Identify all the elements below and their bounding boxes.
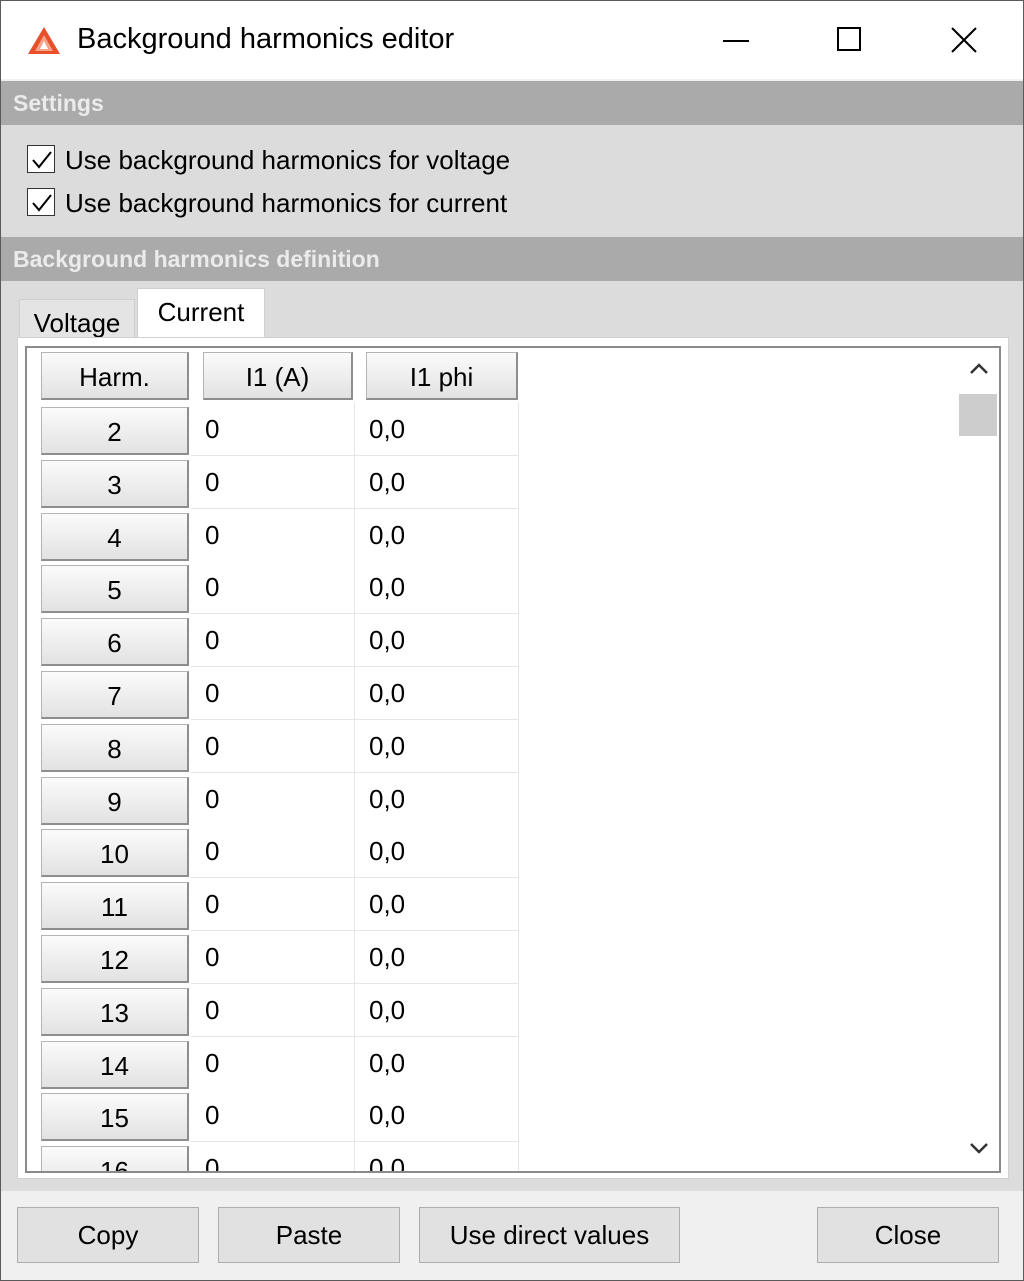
close-window-button[interactable] (909, 1, 1019, 79)
amplitude-cell[interactable]: 0 (191, 667, 355, 720)
settings-header: Settings (1, 81, 1023, 125)
maximize-icon (837, 27, 861, 51)
phase-cell[interactable]: 0,0 (355, 983, 519, 1037)
current-harmonics-checkbox[interactable] (27, 188, 55, 216)
vertical-scrollbar[interactable] (957, 348, 999, 1171)
row-header-harmonic[interactable]: 15 (41, 1093, 189, 1142)
row-header-harmonic[interactable]: 6 (41, 618, 189, 667)
table-row: 1600,0 (27, 1142, 957, 1171)
phase-cell[interactable]: 0,0 (355, 614, 519, 668)
table-row: 15 0 0,0 (27, 1089, 957, 1143)
phase-cell[interactable]: 0,0 (355, 772, 519, 826)
amplitude-cell[interactable]: 0 (191, 1089, 355, 1143)
amplitude-cell[interactable]: 0 (191, 1142, 355, 1171)
window-title: Background harmonics editor (77, 23, 455, 55)
chevron-down-icon (970, 1143, 988, 1154)
table-row: 7 0 0,0 (27, 667, 957, 720)
table-row: 3 0 0,0 (27, 455, 957, 509)
row-header-harmonic[interactable]: 16 (41, 1146, 189, 1171)
phase-cell[interactable]: 0,0 (355, 719, 519, 773)
table-row: 12 0 0,0 (27, 931, 957, 984)
row-header-harmonic[interactable]: 12 (41, 935, 189, 983)
table-row: 4 0 0,0 (27, 508, 957, 562)
use-direct-values-button[interactable]: Use direct values (419, 1207, 680, 1263)
row-header-harmonic[interactable]: 2 (41, 407, 189, 455)
close-button[interactable]: Close (817, 1207, 999, 1263)
scroll-down-button[interactable] (957, 1127, 999, 1171)
row-header-harmonic[interactable]: 13 (41, 987, 189, 1036)
row-header-harmonic[interactable]: 5 (41, 565, 189, 614)
table-row: 9 0 0,0 (27, 772, 957, 826)
column-header-amplitude[interactable]: I1 (A) (203, 352, 353, 400)
table-row: 10 0 0,0 (27, 825, 957, 879)
tab-current[interactable]: Current (137, 288, 265, 340)
row-header-harmonic[interactable]: 3 (41, 459, 189, 508)
phase-cell[interactable]: 0,0 (355, 1142, 519, 1171)
checkmark-icon (32, 151, 52, 169)
table-row: 8 0 0,0 (27, 719, 957, 773)
row-header-harmonic[interactable]: 11 (41, 882, 189, 931)
table-row: 2 0 0,0 (27, 403, 957, 456)
maximize-button[interactable] (795, 1, 905, 79)
amplitude-cell[interactable]: 0 (191, 1036, 355, 1090)
column-header-harm[interactable]: Harm. (41, 352, 189, 400)
voltage-harmonics-label: Use background harmonics for voltage (65, 145, 511, 175)
column-header-phase[interactable]: I1 phi (366, 352, 518, 400)
title-bar[interactable]: Background harmonics editor (1, 1, 1023, 79)
grid-viewport: Harm. I1 (A) I1 phi 2 0 0,0 3 0 0,0 4 0 0,0 5 0 0,0… (27, 348, 957, 1171)
definition-header: Background harmonics definition (1, 237, 1023, 281)
amplitude-cell[interactable]: 0 (191, 455, 355, 509)
amplitude-cell[interactable]: 0 (191, 561, 355, 615)
checkmark-icon (32, 194, 52, 212)
amplitude-cell[interactable]: 0 (191, 719, 355, 773)
voltage-harmonics-checkbox[interactable] (27, 145, 55, 173)
row-header-harmonic[interactable]: 10 (41, 829, 189, 878)
phase-cell[interactable]: 0,0 (355, 825, 519, 879)
scrollbar-thumb[interactable] (959, 394, 997, 436)
dialog-window: Background harmonics editor Settings Use… (0, 0, 1024, 1281)
close-icon (951, 27, 977, 53)
phase-cell[interactable]: 0,0 (355, 1036, 519, 1090)
settings-panel: Use background harmonics for voltage Use… (1, 125, 1023, 237)
table-row: 6 0 0,0 (27, 614, 957, 668)
minimize-button[interactable] (681, 1, 791, 79)
row-header-harmonic[interactable]: 14 (41, 1040, 189, 1089)
scroll-up-button[interactable] (957, 348, 999, 392)
table-row: 14 0 0,0 (27, 1036, 957, 1090)
harmonics-grid: Harm. I1 (A) I1 phi 2 0 0,0 3 0 0,0 4 0 0,0 5 0 0,0… (25, 346, 1001, 1173)
phase-cell[interactable]: 0,0 (355, 1089, 519, 1143)
amplitude-cell[interactable]: 0 (191, 403, 355, 456)
table-row: 11 0 0,0 (27, 878, 957, 932)
copy-button[interactable]: Copy (17, 1207, 199, 1263)
amplitude-cell[interactable]: 0 (191, 983, 355, 1037)
amplitude-cell[interactable]: 0 (191, 772, 355, 826)
phase-cell[interactable]: 0,0 (355, 403, 519, 456)
amplitude-cell[interactable]: 0 (191, 508, 355, 562)
amplitude-cell[interactable]: 0 (191, 825, 355, 879)
current-harmonics-label: Use background harmonics for current (65, 188, 508, 218)
phase-cell[interactable]: 0,0 (355, 561, 519, 615)
phase-cell[interactable]: 0,0 (355, 931, 519, 984)
row-header-harmonic[interactable]: 9 (41, 776, 189, 825)
row-header-harmonic[interactable]: 8 (41, 723, 189, 772)
phase-cell[interactable]: 0,0 (355, 455, 519, 509)
amplitude-cell[interactable]: 0 (191, 614, 355, 668)
minimize-icon (723, 40, 749, 42)
amplitude-cell[interactable]: 0 (191, 878, 355, 932)
phase-cell[interactable]: 0,0 (355, 878, 519, 932)
row-header-harmonic[interactable]: 4 (41, 512, 189, 561)
phase-cell[interactable]: 0,0 (355, 508, 519, 562)
row-header-harmonic[interactable]: 7 (41, 671, 189, 719)
amplitude-cell[interactable]: 0 (191, 931, 355, 984)
chevron-up-icon (970, 363, 988, 374)
table-row: 13 0 0,0 (27, 983, 957, 1037)
table-row: 5 0 0,0 (27, 561, 957, 615)
paste-button[interactable]: Paste (218, 1207, 400, 1263)
app-logo-icon (27, 26, 61, 56)
phase-cell[interactable]: 0,0 (355, 667, 519, 720)
